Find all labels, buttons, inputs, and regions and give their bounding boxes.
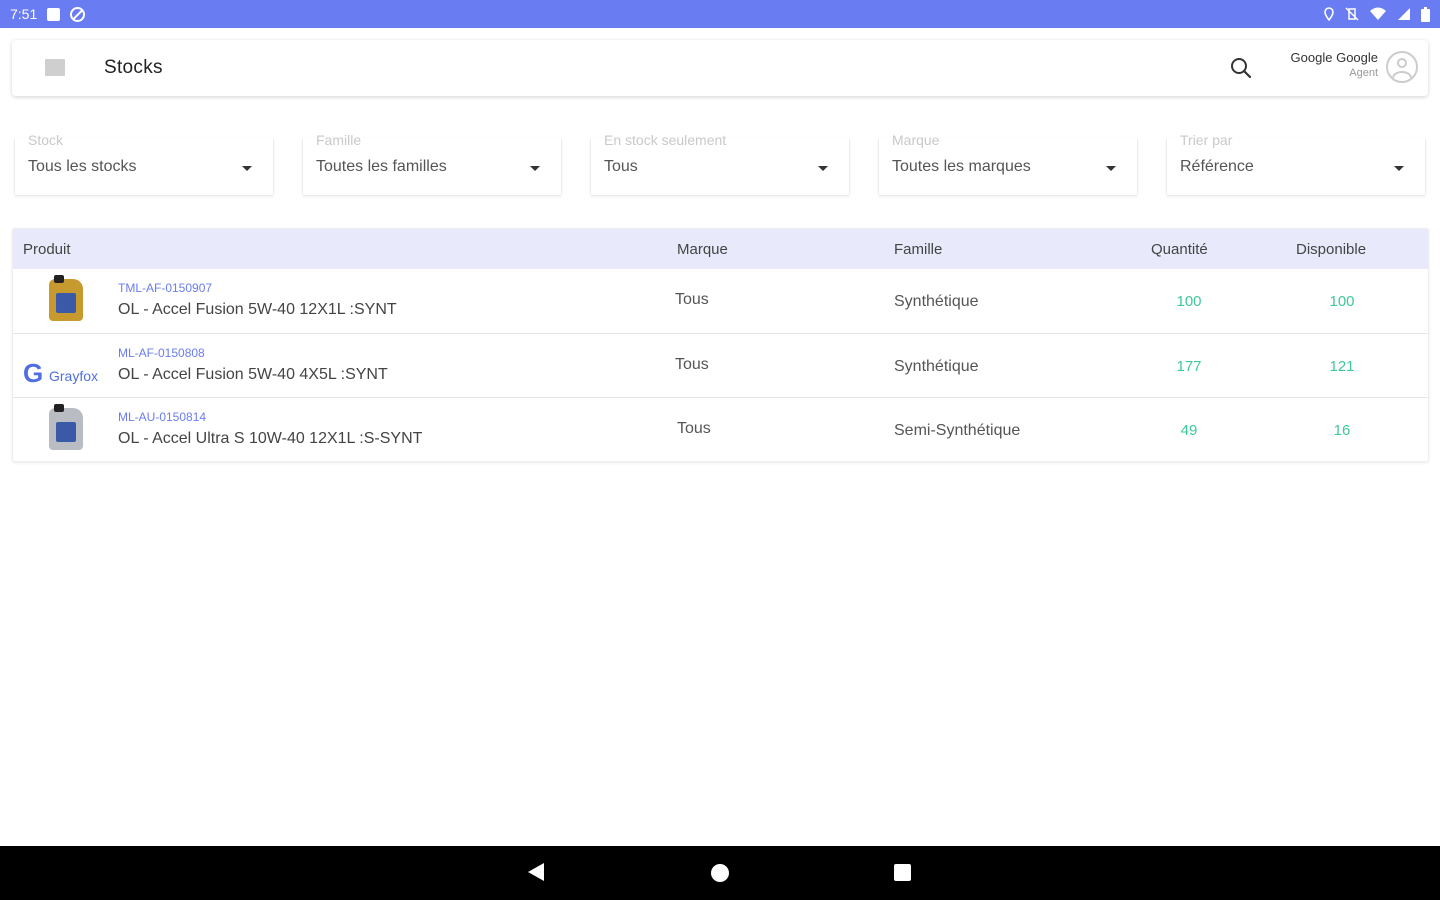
dropdown-arrow-icon (242, 166, 252, 171)
recent-apps-icon[interactable] (894, 864, 911, 881)
location-icon (1324, 7, 1334, 21)
filter-brand-label: Marque (892, 132, 940, 148)
dropdown-arrow-icon (1106, 166, 1116, 171)
dropdown-arrow-icon (530, 166, 540, 171)
table-row[interactable]: TML-AF-0150907 OL - Accel Fusion 5W-40 1… (13, 269, 1428, 333)
home-icon[interactable] (711, 864, 729, 882)
product-brand: Tous (675, 291, 709, 308)
battery-icon (1421, 6, 1430, 22)
product-ref[interactable]: ML-AU-0150814 (118, 410, 206, 424)
header-product[interactable]: Produit (23, 241, 71, 258)
filter-family-label: Famille (316, 132, 362, 148)
dropdown-arrow-icon (1394, 166, 1404, 171)
table-header: Produit Marque Famille Quantité Disponib… (13, 229, 1428, 269)
page-title: Stocks (104, 57, 163, 78)
user-name: Google Google (1290, 50, 1378, 65)
filter-stock[interactable]: Stock Tous les stocks (14, 130, 274, 196)
product-name: OL - Accel Fusion 5W-40 12X1L :SYNT (118, 301, 397, 318)
product-image (45, 404, 89, 454)
menu-icon[interactable] (45, 59, 65, 76)
filter-stock-value: Tous les stocks (28, 158, 137, 175)
product-available: 121 (1329, 358, 1355, 375)
product-brand: Tous (677, 420, 711, 437)
filter-family[interactable]: Famille Toutes les familles (302, 130, 562, 196)
app-bar: Stocks Google Google Agent (12, 40, 1428, 96)
filter-sort-value: Référence (1180, 158, 1254, 175)
signal-icon (1398, 8, 1410, 20)
do-not-disturb-icon (70, 6, 86, 22)
product-ref[interactable]: ML-AF-0150808 (118, 346, 205, 360)
filter-in-stock[interactable]: En stock seulement Tous (590, 130, 850, 196)
product-family: Synthétique (894, 293, 979, 310)
filter-in-stock-label: En stock seulement (604, 132, 727, 148)
status-time: 7:51 (10, 6, 38, 22)
wifi-icon (1370, 7, 1386, 20)
grayfox-logo: G Grayfox (23, 358, 99, 388)
oil-bottle-icon (49, 275, 83, 321)
product-name: OL - Accel Ultra S 10W-40 12X1L :S-SYNT (118, 430, 423, 447)
filter-brand[interactable]: Marque Toutes les marques (878, 130, 1138, 196)
product-brand: Tous (675, 356, 709, 373)
oil-bottle-icon (49, 404, 83, 450)
filter-sort-label: Trier par (1180, 132, 1233, 148)
status-bar: 7:51 (0, 0, 1440, 28)
search-icon[interactable] (1230, 57, 1252, 79)
header-quantity[interactable]: Quantité (1151, 241, 1208, 258)
dropdown-arrow-icon (818, 166, 828, 171)
filter-in-stock-value: Tous (604, 158, 638, 175)
product-family: Semi-Synthétique (894, 422, 1021, 439)
filter-sort[interactable]: Trier par Référence (1166, 130, 1426, 196)
notification-icon (47, 7, 61, 21)
header-brand[interactable]: Marque (677, 241, 728, 258)
product-quantity: 177 (1176, 358, 1202, 375)
product-image (45, 275, 89, 325)
product-image: G Grayfox (23, 342, 98, 390)
product-quantity: 100 (1176, 293, 1202, 310)
vibrate-off-icon (1345, 7, 1359, 21)
table-row[interactable]: ML-AU-0150814 OL - Accel Ultra S 10W-40 … (13, 397, 1428, 461)
filter-stock-label: Stock (28, 132, 64, 148)
header-available[interactable]: Disponible (1296, 241, 1366, 258)
filter-family-value: Toutes les familles (316, 158, 447, 175)
product-family: Synthétique (894, 358, 979, 375)
table-row[interactable]: G Grayfox ML-AF-0150808 OL - Accel Fusio… (13, 333, 1428, 397)
avatar-icon[interactable] (1386, 51, 1418, 83)
back-icon[interactable] (528, 863, 544, 881)
system-nav-bar (0, 846, 1440, 900)
stock-table: Produit Marque Famille Quantité Disponib… (12, 228, 1429, 462)
user-role: Agent (1349, 67, 1378, 79)
product-ref[interactable]: TML-AF-0150907 (118, 281, 212, 295)
product-available: 100 (1329, 293, 1355, 310)
filter-brand-value: Toutes les marques (892, 158, 1031, 175)
user-info[interactable]: Google Google Agent (1274, 50, 1378, 79)
product-quantity: 49 (1180, 422, 1198, 439)
header-family[interactable]: Famille (894, 241, 942, 258)
product-name: OL - Accel Fusion 5W-40 4X5L :SYNT (118, 366, 388, 383)
product-available: 16 (1333, 422, 1351, 439)
